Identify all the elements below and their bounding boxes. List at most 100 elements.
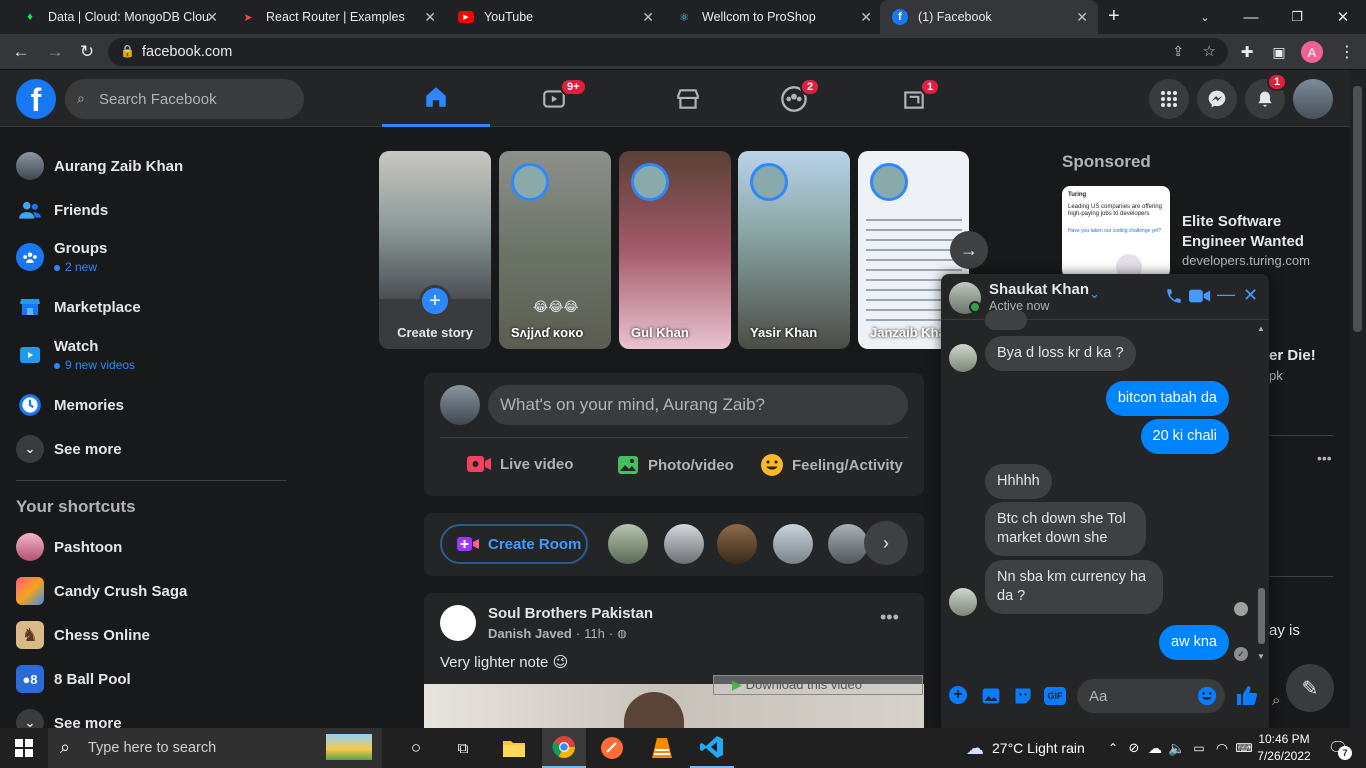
postman-icon[interactable] [590, 728, 634, 768]
cortana-icon[interactable]: ○ [394, 728, 438, 768]
new-message-compose-icon[interactable]: ✎ [1286, 664, 1334, 712]
create-room-button[interactable]: Create Room [440, 524, 588, 564]
nav-gaming[interactable]: 1 [860, 70, 968, 127]
whats-on-your-mind-input[interactable]: What's on your mind, Aurang Zaib? [488, 385, 908, 425]
minimize-icon[interactable]: — [1228, 0, 1274, 34]
ad2-domain[interactable]: pk [1269, 368, 1283, 383]
show-hidden-icons-chevron[interactable]: ⌃ [1102, 728, 1124, 768]
ad-title[interactable]: Elite Software Engineer Wanted [1182, 212, 1322, 252]
online-friend-avatar[interactable] [608, 524, 648, 564]
vscode-icon[interactable] [690, 728, 734, 768]
close-tab-icon[interactable]: ✕ [424, 9, 436, 26]
tab-youtube[interactable]: ▶ YouTube ✕ [446, 0, 664, 34]
messenger-icon[interactable] [1197, 79, 1237, 119]
side-panel-icon[interactable]: ▣ [1266, 40, 1292, 64]
story-card[interactable]: 😂😂😂 Sʌjjʌɗ κoκo [499, 151, 611, 349]
sidebar-item-watch[interactable]: Watch 9 new videos [16, 338, 135, 372]
stories-next-arrow-icon[interactable]: → [950, 231, 988, 269]
close-tab-icon[interactable]: ✕ [642, 9, 654, 26]
sidebar-item-marketplace[interactable]: Marketplace [16, 293, 141, 321]
sidebar-see-more[interactable]: ⌄ See more [16, 435, 122, 463]
sidebar-item-memories[interactable]: Memories [16, 391, 124, 419]
video-call-icon[interactable] [1189, 288, 1211, 309]
shortcut-candy-crush[interactable]: Candy Crush Saga [16, 577, 187, 605]
post-options-icon[interactable]: ••• [880, 607, 899, 628]
volume-icon[interactable]: 🔈 [1166, 728, 1188, 768]
post-page-name[interactable]: Soul Brothers Pakistan [488, 605, 653, 622]
shortcut-pashtoon[interactable]: Pashtoon [16, 533, 122, 561]
nav-home[interactable] [382, 70, 490, 127]
contacts-search-icon[interactable]: ⌕ [1272, 692, 1280, 709]
account-avatar[interactable] [1293, 79, 1333, 119]
tab-mongodb[interactable]: ♦ Data | Cloud: MongoDB Clou ✕ [10, 0, 228, 34]
taskbar-search-input[interactable]: ⌕ Type here to search [48, 728, 382, 768]
file-explorer-icon[interactable] [492, 728, 536, 768]
onedrive-icon[interactable]: ☁ [1144, 728, 1166, 768]
create-story-card[interactable]: + Create story [379, 151, 491, 349]
battery-icon[interactable]: ▭ [1188, 728, 1210, 768]
rooms-next-arrow-icon[interactable]: › [864, 521, 908, 565]
ad-image[interactable]: Turing Leading US companies are offering… [1062, 186, 1170, 278]
chat-scrollbar[interactable]: ▲ ▼ [1255, 324, 1267, 664]
post-author[interactable]: Danish Javed [488, 626, 572, 641]
notifications-bell-icon[interactable]: 1 [1245, 73, 1288, 119]
online-friend-avatar[interactable] [664, 524, 704, 564]
bookmark-star-icon[interactable]: ☆ [1203, 42, 1216, 60]
close-tab-icon[interactable]: ✕ [206, 9, 218, 26]
wifi-icon[interactable]: ◠ [1210, 728, 1234, 768]
online-friend-avatar[interactable] [717, 524, 757, 564]
download-video-overlay[interactable]: ▶ Download this video [713, 675, 923, 695]
network-status-icon[interactable]: ⊘ [1124, 728, 1144, 768]
gif-icon[interactable]: GIF [1044, 687, 1066, 705]
extensions-icon[interactable]: ✚ [1234, 40, 1260, 64]
close-tab-icon[interactable]: ✕ [1076, 9, 1088, 26]
nav-groups[interactable]: 2 [740, 70, 848, 127]
facebook-logo[interactable]: f [16, 79, 56, 119]
tab-proshop[interactable]: ⚛ Wellcom to ProShop ✕ [664, 0, 882, 34]
sidebar-item-profile[interactable]: Aurang Zaib Khan [16, 152, 183, 180]
more-menu-icon[interactable]: ⋮ [1334, 40, 1360, 64]
tab-facebook[interactable]: f (1) Facebook ✕ [880, 0, 1098, 34]
keyboard-language-icon[interactable]: ⌨ [1234, 728, 1254, 768]
post-time[interactable]: 11h [584, 626, 605, 641]
share-icon[interactable]: ⇪ [1172, 43, 1184, 60]
page-scrollbar[interactable] [1350, 70, 1366, 728]
page-avatar[interactable] [440, 605, 476, 641]
story-card[interactable]: Yasir Khan [738, 151, 850, 349]
nav-marketplace[interactable] [634, 70, 742, 127]
tab-search-icon[interactable]: ⌄ [1182, 0, 1228, 34]
weather-widget[interactable]: ☁ 27°C Light rain [966, 728, 1085, 768]
shortcut-8-ball-pool[interactable]: ●8 8 Ball Pool [16, 665, 131, 693]
sidebar-item-friends[interactable]: Friends [16, 196, 108, 224]
sidebar-item-groups[interactable]: Groups 2 new [16, 240, 107, 274]
vlc-icon[interactable] [640, 728, 684, 768]
sticker-icon[interactable] [1013, 686, 1033, 711]
attach-photo-icon[interactable] [981, 686, 1001, 711]
system-clock[interactable]: 10:46 PM 7/26/2022 [1254, 731, 1314, 765]
nav-watch[interactable]: 9+ [500, 70, 608, 127]
live-video-button[interactable]: Live video [466, 453, 573, 475]
ad2-title[interactable]: er Die! [1269, 347, 1316, 364]
chrome-taskbar-icon[interactable] [542, 728, 586, 768]
restore-icon[interactable]: ❐ [1274, 0, 1320, 34]
feeling-activity-button[interactable]: Feeling/Activity [760, 453, 903, 477]
tab-react-router[interactable]: ➤ React Router | Examples ✕ [228, 0, 446, 34]
chevron-down-icon[interactable]: ⌄ [1089, 286, 1100, 302]
action-center-icon[interactable]: 🗨 7 [1322, 728, 1354, 768]
add-story-plus-icon[interactable]: + [419, 285, 451, 317]
online-friend-avatar[interactable] [773, 524, 813, 564]
story-card[interactable]: Gul Khan [619, 151, 731, 349]
close-chat-icon[interactable]: ✕ [1243, 285, 1258, 306]
add-attachment-plus-icon[interactable]: + [949, 686, 967, 704]
online-friend-avatar[interactable] [828, 524, 868, 564]
voice-call-icon[interactable] [1165, 287, 1183, 310]
chat-contact-name[interactable]: Shaukat Khan [989, 281, 1089, 298]
close-window-icon[interactable]: ✕ [1320, 0, 1366, 34]
thumbs-up-like-icon[interactable] [1235, 684, 1259, 713]
shortcut-chess-online[interactable]: ♞ Chess Online [16, 621, 150, 649]
new-tab-button[interactable]: + [1108, 5, 1120, 28]
search-input[interactable]: ⌕ Search Facebook [65, 79, 304, 119]
close-tab-icon[interactable]: ✕ [860, 9, 872, 26]
photo-video-button[interactable]: Photo/video [616, 453, 734, 477]
windows-start-icon[interactable] [0, 728, 48, 768]
